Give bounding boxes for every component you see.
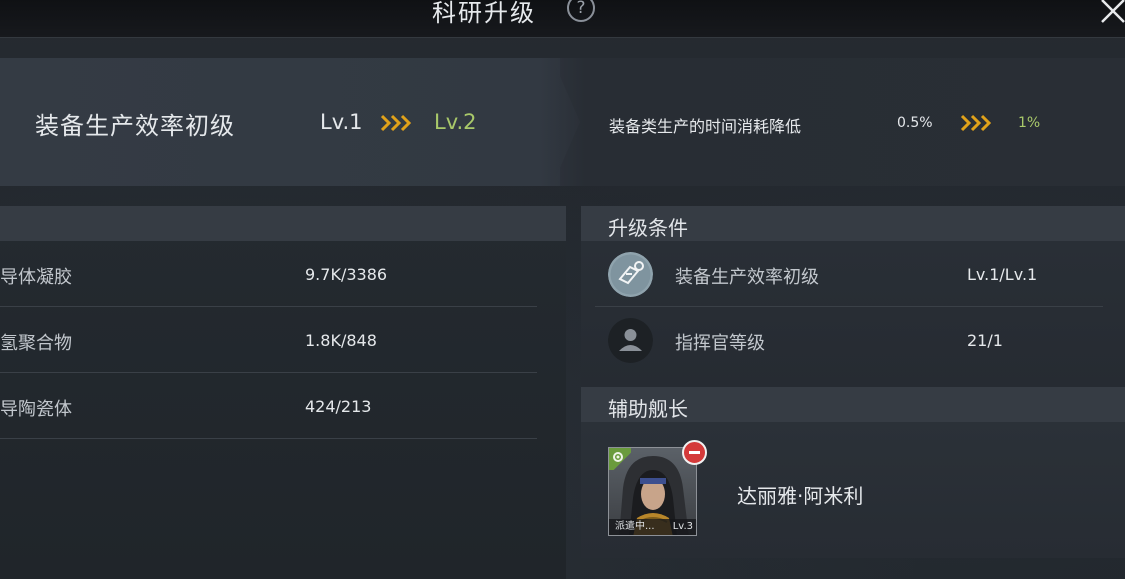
condition-value: Lv.1/Lv.1 <box>967 265 1038 284</box>
condition-label: 装备生产效率初级 <box>675 267 819 288</box>
condition-row: 装备生产效率初级 Lv.1/Lv.1 <box>595 241 1103 307</box>
resource-amount: 424/213 <box>305 397 372 416</box>
tech-upgrade-screen: 科研升级 ? 装备生产效率初级 Lv.1 Lv.2 装备类生产的时间消耗降低 0… <box>0 0 1125 579</box>
resource-row: 氢聚合物 1.8K/848 <box>0 307 537 373</box>
resource-row: 导体凝胶 9.7K/3386 <box>0 241 537 307</box>
title-bar: 科研升级 ? <box>0 0 1125 38</box>
captain-status-bar: 派遣中... Lv.3 <box>609 519 696 535</box>
resource-amount: 9.7K/3386 <box>305 265 388 284</box>
captain-level: Lv.3 <box>672 521 693 532</box>
tech-chip-icon <box>608 252 653 297</box>
captain-portrait[interactable]: 派遣中... Lv.3 <box>608 447 697 536</box>
effect-arrow-icon <box>960 114 992 132</box>
captain-status: 派遣中... <box>615 521 655 532</box>
remove-captain-button[interactable] <box>682 440 707 465</box>
current-level: Lv.1 <box>320 110 363 134</box>
class-badge <box>609 448 631 470</box>
effect-next-value: 1% <box>1018 115 1041 131</box>
resource-label: 导陶瓷体 <box>0 399 72 420</box>
resource-cost-header <box>0 206 566 241</box>
effect-name: 装备类生产的时间消耗降低 <box>609 117 802 136</box>
tech-name: 装备生产效率初级 <box>35 112 235 140</box>
condition-row: 指挥官等级 21/1 <box>595 307 1103 373</box>
gear-icon <box>613 452 623 462</box>
level-arrow-icon <box>380 114 412 132</box>
condition-value: 21/1 <box>967 331 1003 350</box>
commander-icon <box>608 318 653 363</box>
resource-label: 氢聚合物 <box>0 333 72 354</box>
question-icon[interactable]: ? <box>567 0 595 22</box>
resource-amount: 1.8K/848 <box>305 331 377 350</box>
close-icon[interactable] <box>1100 0 1125 24</box>
window-title: 科研升级 <box>432 0 536 27</box>
resource-row: 导陶瓷体 424/213 <box>0 373 537 439</box>
resource-label: 导体凝胶 <box>0 267 72 288</box>
conditions-title: 升级条件 <box>608 216 688 240</box>
assist-captain-title: 辅助舰长 <box>608 397 688 421</box>
effect-current-value: 0.5% <box>897 115 933 131</box>
next-level: Lv.2 <box>434 110 477 134</box>
condition-label: 指挥官等级 <box>675 333 765 354</box>
captain-name: 达丽雅·阿米利 <box>737 484 864 508</box>
